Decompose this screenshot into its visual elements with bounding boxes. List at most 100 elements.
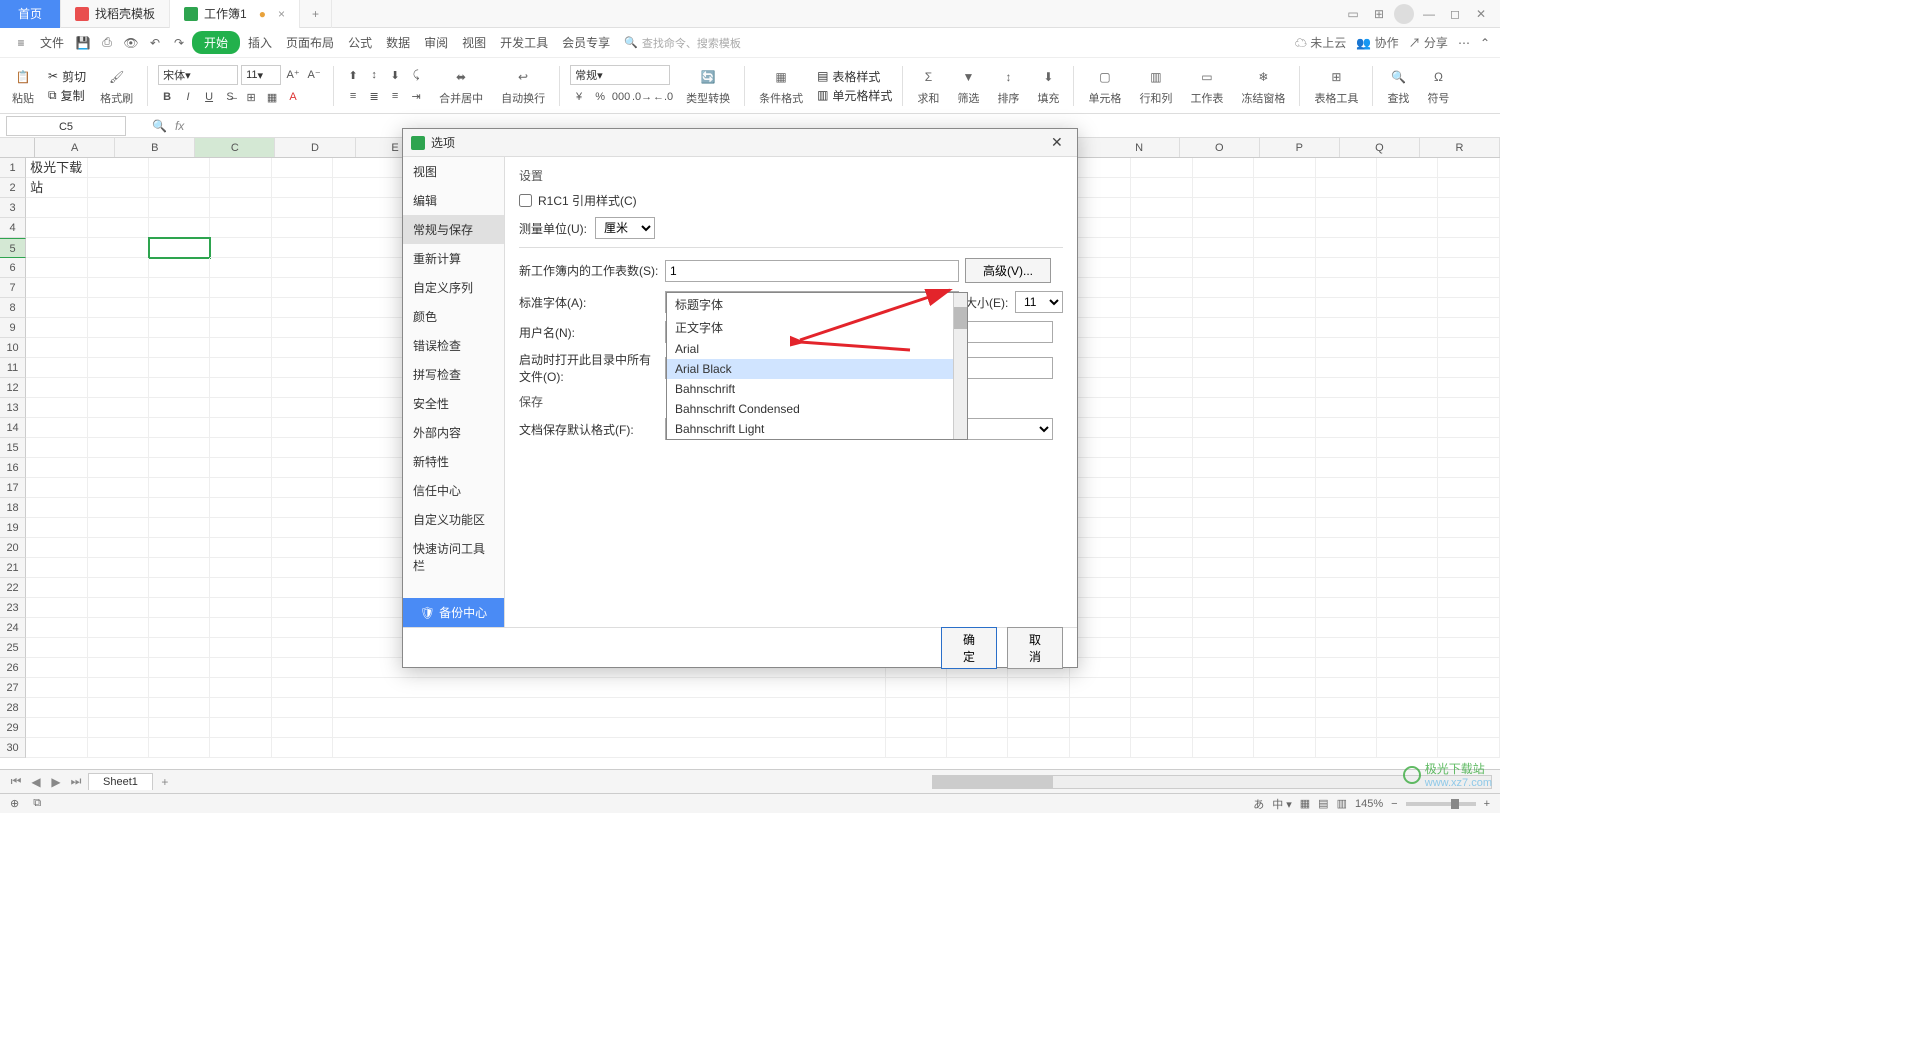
cell[interactable] <box>210 678 271 698</box>
cell[interactable] <box>272 498 333 518</box>
row-header-29[interactable]: 29 <box>0 718 26 738</box>
cell[interactable] <box>1377 738 1438 758</box>
font-opt-arial[interactable]: Arial <box>667 339 967 359</box>
cell[interactable] <box>1316 338 1377 358</box>
row-header-22[interactable]: 22 <box>0 578 26 598</box>
cell[interactable] <box>1131 198 1192 218</box>
freeze-grp[interactable]: ❄冻结窗格 <box>1237 66 1289 106</box>
cell[interactable] <box>272 298 333 318</box>
cell[interactable] <box>1193 438 1254 458</box>
cell[interactable] <box>1254 678 1315 698</box>
cell[interactable] <box>1070 358 1131 378</box>
cell[interactable] <box>88 218 149 238</box>
ok-button[interactable]: 确定 <box>941 627 997 669</box>
cell[interactable] <box>1316 358 1377 378</box>
type-convert[interactable]: 🔄类型转换 <box>682 66 734 106</box>
cell[interactable] <box>1070 718 1131 738</box>
cell[interactable] <box>272 738 333 758</box>
cell[interactable] <box>26 298 87 318</box>
cell[interactable] <box>210 338 271 358</box>
cell[interactable] <box>1377 638 1438 658</box>
side-view[interactable]: 视图 <box>403 157 504 186</box>
cell[interactable] <box>1070 498 1131 518</box>
cell[interactable] <box>824 738 885 758</box>
cell[interactable] <box>1316 638 1377 658</box>
cell[interactable] <box>1131 638 1192 658</box>
search-fx-icon[interactable]: 🔍 <box>152 119 167 133</box>
cell[interactable] <box>1254 618 1315 638</box>
cell[interactable] <box>1377 678 1438 698</box>
cell[interactable] <box>272 538 333 558</box>
cell-grp[interactable]: ▢单元格 <box>1084 66 1125 106</box>
cell[interactable] <box>88 638 149 658</box>
cell[interactable] <box>1070 538 1131 558</box>
menu-dev[interactable]: 开发工具 <box>494 30 554 55</box>
cell[interactable] <box>1131 698 1192 718</box>
cell[interactable] <box>210 438 271 458</box>
cell[interactable] <box>1193 198 1254 218</box>
cell[interactable] <box>1070 218 1131 238</box>
cell[interactable] <box>210 738 271 758</box>
cell[interactable] <box>1316 398 1377 418</box>
cell[interactable] <box>824 718 885 738</box>
cell[interactable] <box>1070 398 1131 418</box>
cell[interactable] <box>1131 518 1192 538</box>
cell[interactable] <box>26 198 87 218</box>
side-security[interactable]: 安全性 <box>403 389 504 418</box>
cell[interactable] <box>88 598 149 618</box>
cell[interactable] <box>149 538 210 558</box>
cell[interactable] <box>1193 618 1254 638</box>
sheet-nav-next[interactable]: ▶ <box>48 774 64 790</box>
cell[interactable] <box>272 598 333 618</box>
cell[interactable] <box>1131 258 1192 278</box>
sheetcount-input[interactable] <box>665 260 959 282</box>
rowcol-grp[interactable]: ▥行和列 <box>1135 66 1176 106</box>
side-color[interactable]: 颜色 <box>403 302 504 331</box>
dec-dec[interactable]: ←.0 <box>654 88 672 106</box>
menu-view[interactable]: 视图 <box>456 30 492 55</box>
cell[interactable] <box>1131 458 1192 478</box>
align-center[interactable]: ≣ <box>365 87 383 105</box>
side-general-save[interactable]: 常规与保存 <box>403 215 504 244</box>
cell[interactable] <box>1438 738 1499 758</box>
increase-font-icon[interactable]: A⁺ <box>284 65 302 83</box>
cell[interactable] <box>210 658 271 678</box>
cell[interactable] <box>149 158 210 178</box>
cell[interactable] <box>149 418 210 438</box>
redo-icon[interactable]: ↷ <box>168 32 190 54</box>
cell[interactable] <box>272 678 333 698</box>
minimize-button[interactable]: — <box>1418 3 1440 25</box>
bold-button[interactable]: B <box>158 88 176 106</box>
cell[interactable] <box>1438 538 1499 558</box>
dropdown-scrollbar[interactable] <box>953 293 967 439</box>
cell[interactable] <box>88 458 149 478</box>
cell[interactable] <box>1377 178 1438 198</box>
cell[interactable] <box>1316 498 1377 518</box>
cell[interactable] <box>886 718 947 738</box>
side-trust[interactable]: 信任中心 <box>403 476 504 505</box>
view-normal-icon[interactable]: ▦ <box>1300 797 1310 810</box>
cell[interactable] <box>1193 738 1254 758</box>
row-header-9[interactable]: 9 <box>0 318 26 338</box>
zoom-out-icon[interactable]: − <box>1391 798 1397 810</box>
comma-icon[interactable]: 000 <box>612 88 630 106</box>
cell[interactable] <box>1377 618 1438 638</box>
cell[interactable] <box>1254 358 1315 378</box>
cell[interactable] <box>88 418 149 438</box>
tab-home[interactable]: 首页 <box>0 0 61 28</box>
cell[interactable] <box>1316 738 1377 758</box>
cell[interactable] <box>1438 238 1499 258</box>
cell[interactable] <box>1254 398 1315 418</box>
cell[interactable] <box>1008 738 1069 758</box>
cell[interactable] <box>1254 418 1315 438</box>
side-edit[interactable]: 编辑 <box>403 186 504 215</box>
cell[interactable] <box>88 678 149 698</box>
cell[interactable] <box>1438 658 1499 678</box>
cell[interactable] <box>1131 478 1192 498</box>
cell[interactable] <box>1070 558 1131 578</box>
cell[interactable] <box>1254 458 1315 478</box>
cell[interactable] <box>149 598 210 618</box>
col-R[interactable]: R <box>1420 138 1500 157</box>
cell[interactable] <box>88 358 149 378</box>
cell[interactable] <box>1316 258 1377 278</box>
